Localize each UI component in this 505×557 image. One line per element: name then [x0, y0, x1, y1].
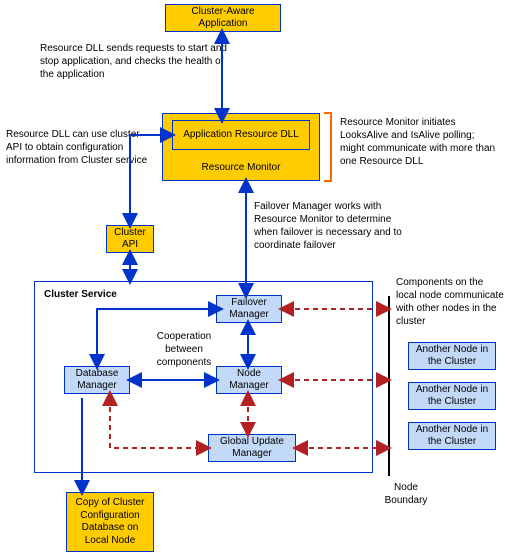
node-manager: Node Manager — [216, 366, 282, 394]
label: Copy of Cluster Configuration Database o… — [70, 497, 150, 547]
label: Another Node in the Cluster — [412, 384, 492, 409]
annotation-resource-monitor-polling: Resource Monitor initiates LooksAlive an… — [340, 116, 500, 168]
label: Cluster-Aware Application — [169, 6, 277, 31]
label: Another Node in the Cluster — [412, 424, 492, 449]
label: Another Node in the Cluster — [412, 344, 492, 369]
cluster-api: Cluster API — [106, 225, 154, 253]
label: Application Resource DLL — [183, 129, 299, 142]
another-node-2: Another Node in the Cluster — [408, 382, 496, 410]
database-manager: Database Manager — [64, 366, 130, 394]
another-node-1: Another Node in the Cluster — [408, 342, 496, 370]
annotation-cooperation: Cooperation between components — [144, 330, 224, 369]
node-boundary-label: Node Boundary — [376, 481, 436, 507]
label: Cluster API — [110, 227, 150, 252]
label: Node Manager — [220, 368, 278, 393]
label: Resource Monitor — [202, 162, 281, 175]
label: Global Update Manager — [212, 436, 292, 461]
annotation-cluster-api-usage: Resource DLL can use cluster API to obta… — [6, 128, 156, 167]
annotation-failover-manager: Failover Manager works with Resource Mon… — [254, 200, 404, 252]
global-update-manager: Global Update Manager — [208, 434, 296, 462]
label: Database Manager — [68, 368, 126, 393]
annotation-resource-dll-requests: Resource DLL sends requests to start and… — [40, 42, 230, 81]
failover-manager: Failover Manager — [216, 295, 282, 323]
node-boundary-line — [388, 296, 390, 476]
bracket-icon — [324, 112, 332, 182]
copy-db: Copy of Cluster Configuration Database o… — [66, 492, 154, 552]
cluster-service-label: Cluster Service — [44, 289, 117, 300]
application-resource-dll: Application Resource DLL — [172, 120, 310, 150]
another-node-3: Another Node in the Cluster — [408, 422, 496, 450]
label: Failover Manager — [220, 297, 278, 322]
annotation-components-communicate: Components on the local node communicate… — [396, 276, 504, 328]
cluster-aware-application: Cluster-Aware Application — [165, 4, 281, 32]
